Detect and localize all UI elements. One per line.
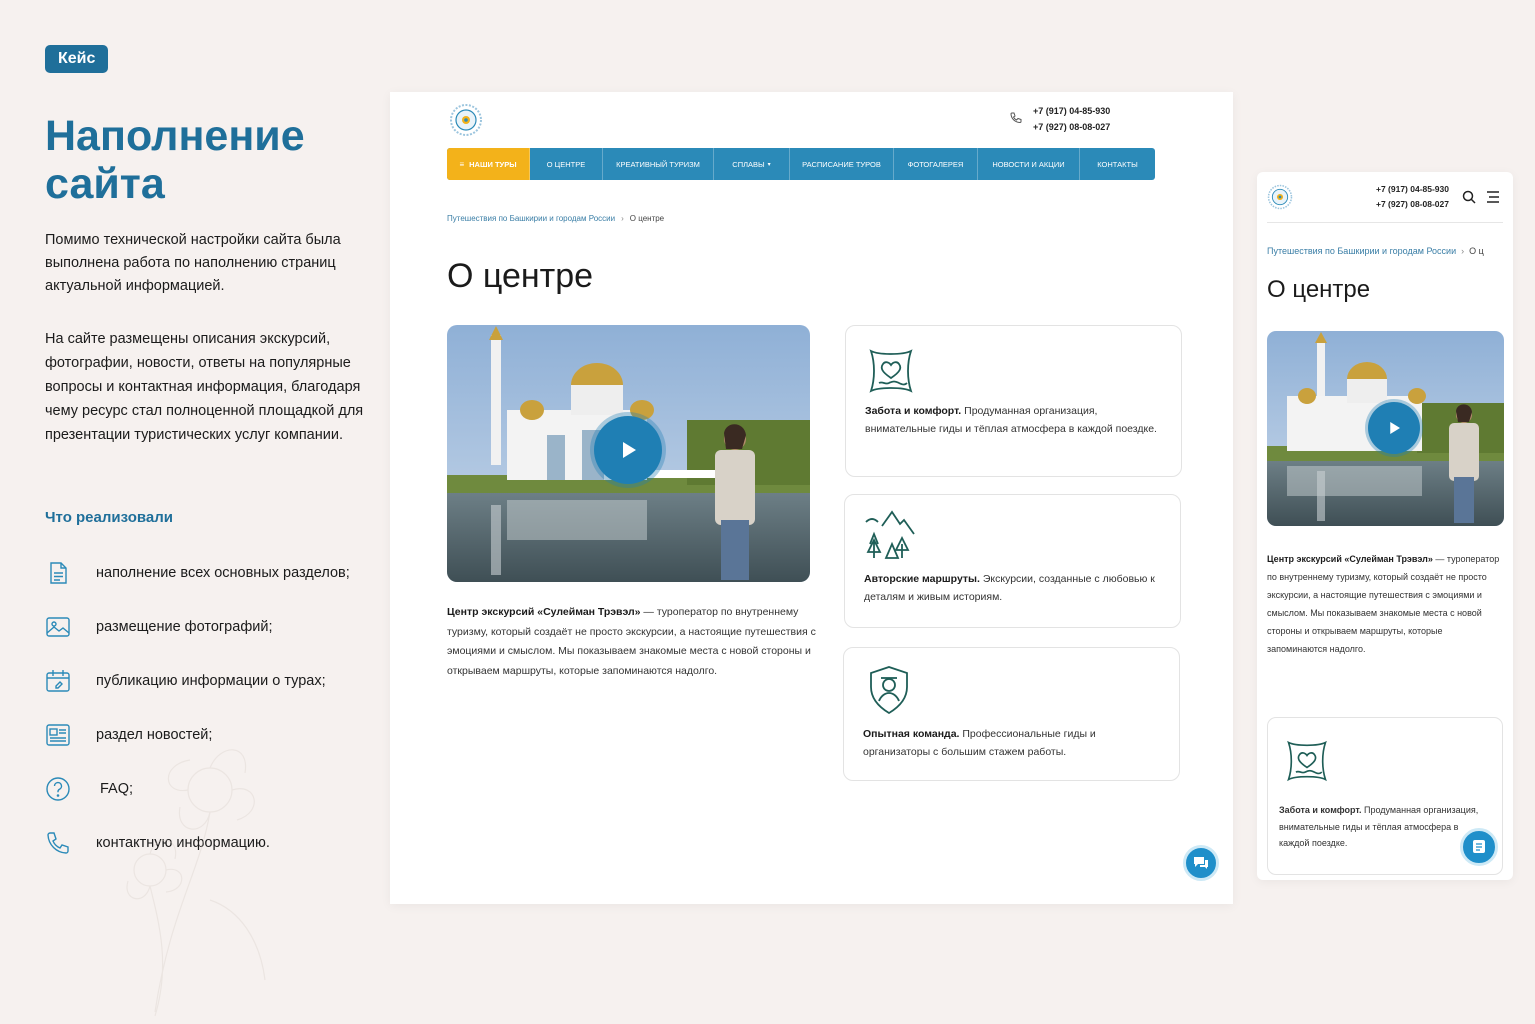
search-icon[interactable]: [1462, 190, 1476, 204]
feature-card: Опытная команда. Профессиональные гиды и…: [843, 647, 1180, 781]
nav-label: СПЛАВЫ: [732, 159, 765, 169]
nav-label: НАШИ ТУРЫ: [469, 159, 517, 169]
breadcrumb-separator: ›: [621, 214, 624, 223]
chat-icon: [1194, 857, 1208, 869]
play-icon: [623, 442, 636, 458]
breadcrumb-current: О центре: [629, 214, 665, 223]
nav-item-gallery[interactable]: ФОТОГАЛЕРЕЯ: [894, 148, 978, 180]
breadcrumb: Путешествия по Башкирии и городам России…: [1267, 246, 1484, 256]
nav-item-contacts[interactable]: КОНТАКТЫ: [1080, 148, 1155, 180]
feature-label: размещение фотографий;: [96, 619, 273, 635]
nav-label: КОНТАКТЫ: [1097, 159, 1138, 169]
card-text: Опытная команда. Профессиональные гиды и…: [863, 726, 1159, 761]
about-description: Центр экскурсий «Сулейман Трэвэл» — туро…: [447, 603, 817, 681]
image-icon: [46, 617, 70, 637]
company-name: Центр экскурсий «Сулейман Трэвэл»: [447, 606, 641, 618]
breadcrumb-link[interactable]: Путешествия по Башкирии и городам России: [447, 214, 615, 223]
nav-item-creative-tourism[interactable]: КРЕАТИВНЫЙ ТУРИЗМ: [603, 148, 714, 180]
about-heading: О центре: [447, 257, 594, 295]
logo-icon[interactable]: [1267, 184, 1293, 210]
implemented-title: Что реализовали: [45, 509, 173, 526]
phone-number[interactable]: +7 (917) 04-85-930: [1033, 104, 1110, 120]
chat-button[interactable]: [1460, 828, 1498, 866]
video-player[interactable]: [1267, 331, 1504, 526]
card-title: Опытная команда.: [863, 728, 960, 740]
card-text: Забота и комфорт. Продуманная организаци…: [865, 403, 1161, 438]
page-title: Наполнение сайта: [45, 112, 305, 208]
feature-item: размещение фотографий;: [45, 613, 272, 641]
feature-card: Авторские маршруты. Экскурсии, созданные…: [844, 494, 1181, 628]
phone-number[interactable]: +7 (927) 08-08-027: [1033, 120, 1110, 136]
play-icon: [1390, 422, 1400, 434]
desktop-mockup: +7 (917) 04-85-930 +7 (927) 08-08-027 ≡ …: [390, 92, 1233, 904]
nav-label: РАСПИСАНИЕ ТУРОВ: [802, 159, 881, 169]
intro-text-2: На сайте размещены описания экскурсий, ф…: [45, 331, 364, 443]
intro-text: Помимо технической настройки сайта была …: [45, 232, 341, 294]
nav-label: КРЕАТИВНЫЙ ТУРИЗМ: [616, 159, 700, 169]
breadcrumb-current: О ц: [1469, 246, 1484, 256]
heart-pillow-icon: [1287, 740, 1327, 782]
feature-item: публикацию информации о турах;: [45, 667, 326, 695]
breadcrumb: Путешествия по Башкирии и городам России…: [447, 214, 664, 223]
logo-icon[interactable]: [449, 103, 483, 137]
shield-guide-icon: [870, 666, 908, 715]
nav-label: О ЦЕНТРЕ: [546, 159, 586, 169]
heart-pillow-icon: [869, 349, 913, 393]
nav-item-tours[interactable]: ≡ НАШИ ТУРЫ: [447, 148, 530, 180]
card-text: Забота и комфорт. Продуманная организаци…: [1279, 802, 1484, 852]
card-title: Авторские маршруты.: [864, 573, 980, 585]
phone-number[interactable]: +7 (927) 08-08-027: [1365, 197, 1449, 212]
nav-item-news[interactable]: НОВОСТИ И АКЦИИ: [978, 148, 1080, 180]
about-heading: О центре: [1267, 276, 1371, 303]
feature-label: наполнение всех основных разделов;: [96, 565, 350, 581]
nav-label: ФОТОГАЛЕРЕЯ: [907, 159, 964, 169]
phone-number[interactable]: +7 (917) 04-85-930: [1365, 182, 1449, 197]
feature-card: Забота и комфорт. Продуманная организаци…: [845, 325, 1182, 477]
card-title: Забота и комфорт.: [865, 405, 962, 417]
play-button[interactable]: [594, 416, 662, 484]
flower-decoration: [126, 749, 266, 1017]
feature-item: наполнение всех основных разделов;: [45, 559, 350, 587]
main-navigation: ≡ НАШИ ТУРЫ О ЦЕНТРЕ КРЕАТИВНЫЙ ТУРИЗМ С…: [447, 148, 1155, 180]
card-text: Авторские маршруты. Экскурсии, созданные…: [864, 571, 1160, 606]
feature-label: публикацию информации о турах;: [96, 673, 326, 689]
card-title: Забота и комфорт.: [1279, 805, 1362, 815]
hamburger-menu-icon[interactable]: [1486, 191, 1500, 203]
nav-item-rafting[interactable]: СПЛАВЫ ▾: [714, 148, 790, 180]
nav-label: НОВОСТИ И АКЦИИ: [992, 159, 1065, 169]
header-phones: +7 (917) 04-85-930 +7 (927) 08-08-027: [1033, 104, 1110, 135]
header-divider: [1267, 222, 1503, 223]
document-icon: [50, 562, 67, 584]
mobile-mockup: +7 (917) 04-85-930 +7 (927) 08-08-027 Пу…: [1257, 172, 1513, 880]
breadcrumb-separator: ›: [1461, 246, 1465, 256]
header-phones: +7 (917) 04-85-930 +7 (927) 08-08-027: [1365, 182, 1449, 212]
mountain-trees-icon: [865, 510, 915, 559]
menu-icon: ≡: [459, 159, 465, 169]
phone-icon: [1010, 112, 1022, 124]
chat-icon: [1473, 840, 1485, 853]
case-badge: Кейс: [45, 45, 109, 73]
about-description: Центр экскурсий «Сулейман Трэвэл» — туро…: [1267, 550, 1503, 658]
calendar-icon: [46, 670, 70, 692]
breadcrumb-link[interactable]: Путешествия по Башкирии и городам России: [1267, 246, 1456, 256]
company-name: Центр экскурсий «Сулейман Трэвэл»: [1267, 554, 1433, 564]
chat-button[interactable]: [1183, 845, 1219, 881]
nav-item-schedule[interactable]: РАСПИСАНИЕ ТУРОВ: [790, 148, 894, 180]
video-player[interactable]: [447, 325, 810, 582]
play-button[interactable]: [1368, 402, 1420, 454]
chevron-down-icon: ▾: [767, 161, 771, 168]
nav-item-about[interactable]: О ЦЕНТРЕ: [530, 148, 603, 180]
description-text: — туроператор по внутреннему туризму, ко…: [1267, 554, 1500, 654]
